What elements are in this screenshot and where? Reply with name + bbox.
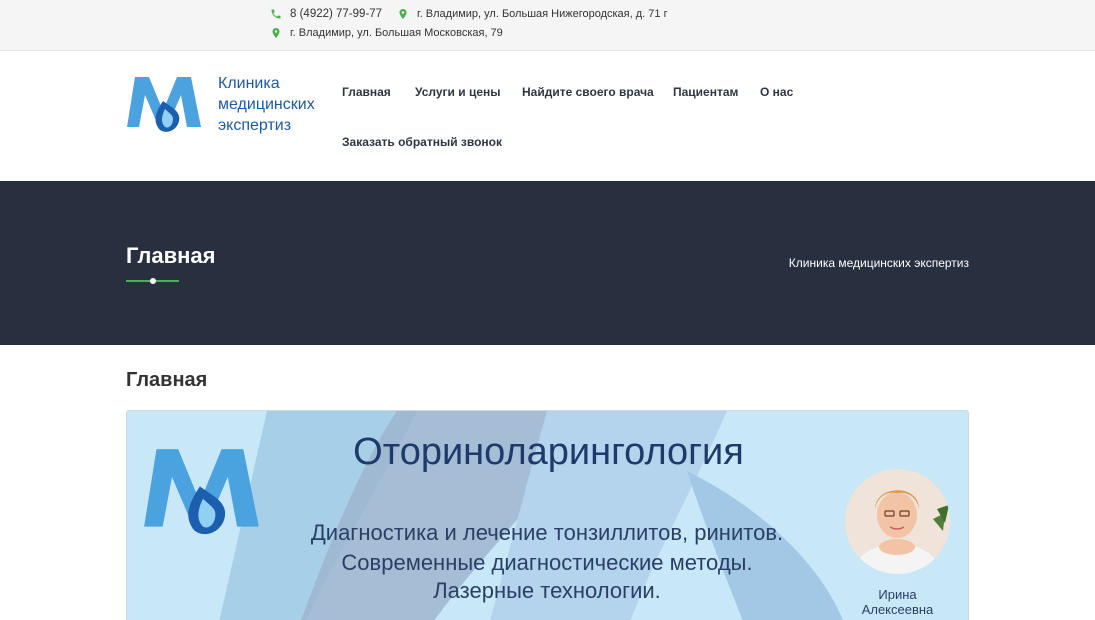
nav-services[interactable]: Услуги и цены: [415, 85, 501, 99]
page-title-hero: Главная Клиника медицинских экспертиз: [0, 181, 1095, 345]
nav-home[interactable]: Главная: [342, 85, 391, 99]
promo-banner[interactable]: Оториноларингология Диагностика и лечени…: [126, 410, 969, 620]
address-1-text: г. Владимир, ул. Большая Нижегородская, …: [417, 8, 668, 20]
hero-title: Главная: [126, 243, 216, 268]
phone-icon: [271, 9, 281, 19]
banner-line-2: Современные диагностические методы.: [341, 550, 753, 575]
title-underline-dot: [150, 278, 156, 284]
address-2: г. Владимир, ул. Большая Московская, 79: [270, 27, 503, 39]
doctor-patronymic: Алексеевна: [861, 602, 934, 617]
nav-callback[interactable]: Заказать обратный звонок: [342, 135, 502, 149]
nav-about[interactable]: О нас: [760, 85, 793, 99]
top-info-bar: 8 (4922) 77-99-77 г. Владимир, ул. Больш…: [0, 0, 1095, 51]
clinic-name-line-1: Клиника: [218, 75, 280, 92]
banner-title-text: Оториноларингология: [353, 431, 744, 473]
clinic-name-line-3: экспертиз: [218, 117, 292, 134]
phone-number[interactable]: 8 (4922) 77-99-77: [290, 8, 382, 20]
map-pin-icon: [399, 9, 407, 19]
site-header: Клиника медицинских экспертиз Главная Ус…: [0, 51, 1095, 181]
banner-line-3: Лазерные технологии.: [433, 578, 661, 603]
banner-title: Оториноларингология: [127, 431, 968, 474]
clinic-name[interactable]: Клиника медицинских экспертиз: [218, 73, 315, 136]
nav-patients[interactable]: Пациентам: [673, 85, 738, 99]
breadcrumb[interactable]: Клиника медицинских экспертиз: [789, 256, 969, 270]
map-pin-icon: [272, 28, 280, 38]
page-heading: Главная: [126, 369, 208, 391]
doctor-portrait-icon: [845, 469, 950, 574]
nav-find-doctor[interactable]: Найдите своего врача: [522, 85, 654, 99]
address-1: г. Владимир, ул. Большая Нижегородская, …: [397, 8, 668, 20]
doctor-photo: [845, 469, 950, 574]
clinic-name-line-2: медицинских: [218, 96, 315, 113]
clinic-logo[interactable]: [125, 71, 205, 137]
phone-contact[interactable]: 8 (4922) 77-99-77: [270, 8, 382, 20]
doctor-first-name: Ирина: [878, 587, 917, 602]
banner-line-1: Диагностика и лечение тонзиллитов, ринит…: [310, 520, 784, 545]
address-2-text: г. Владимир, ул. Большая Московская, 79: [290, 27, 503, 39]
